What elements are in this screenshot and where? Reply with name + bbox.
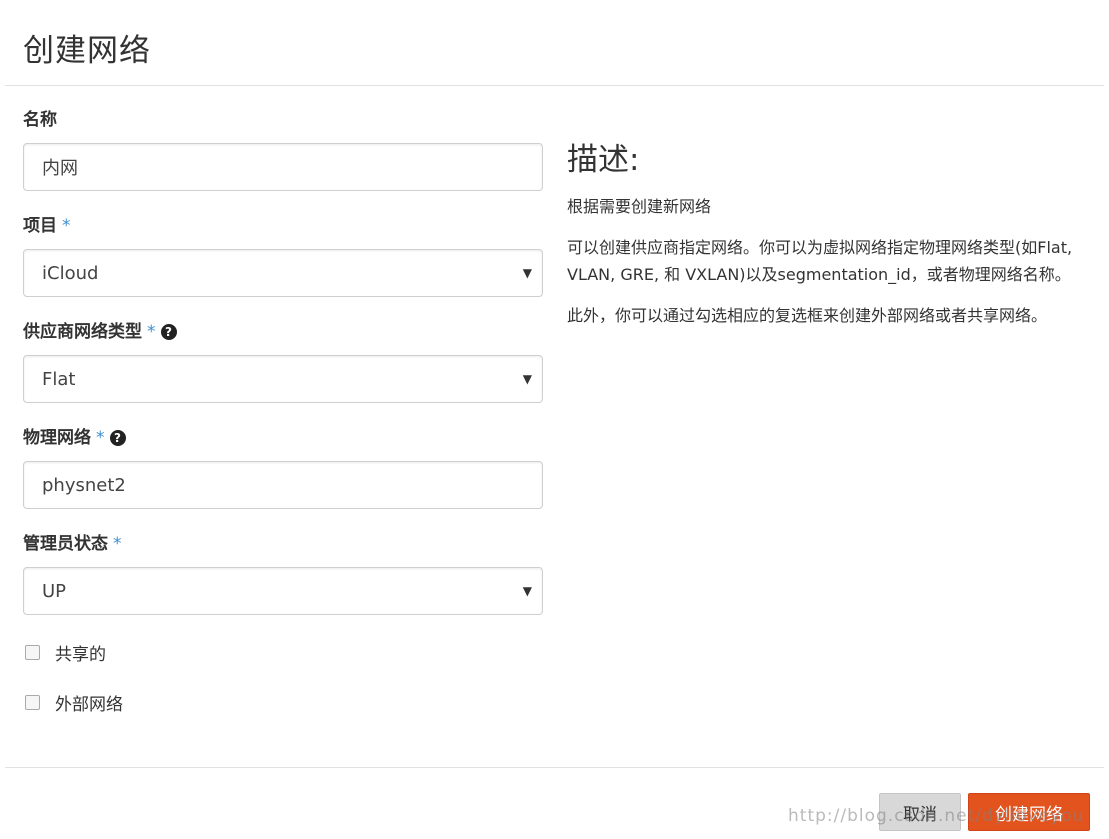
name-label: 名称 [23, 108, 543, 132]
question-circle-icon[interactable]: ? [160, 324, 177, 340]
name-group: 名称 内网 [23, 108, 543, 191]
required-marker: * [96, 428, 105, 448]
caret-down-icon: ▼ [522, 266, 532, 280]
provider-network-type-group: 供应商网络类型 * ? Flat ▼ [23, 320, 543, 403]
admin-state-select[interactable]: UP ▼ [23, 567, 543, 615]
dialog-title: 创建网络 [23, 32, 151, 69]
admin-state-label: 管理员状态 * [23, 532, 543, 556]
question-circle-icon[interactable]: ? [109, 430, 126, 446]
caret-down-icon: ▼ [522, 372, 532, 386]
cancel-button[interactable]: 取消 [879, 793, 961, 831]
name-label-text: 名称 [23, 110, 57, 130]
shared-checkbox-row: 共享的 [23, 638, 543, 666]
provider-network-type-label: 供应商网络类型 * ? [23, 320, 543, 344]
caret-down-icon: ▼ [522, 584, 532, 598]
shared-checkbox-label[interactable]: 共享的 [55, 640, 106, 665]
admin-state-label-text: 管理员状态 [23, 534, 108, 554]
description-paragraph: 根据需要创建新网络 [567, 197, 712, 216]
shared-checkbox[interactable] [25, 644, 40, 660]
project-label-text: 项目 [23, 216, 57, 236]
header-divider [5, 85, 1104, 86]
physical-network-label: 物理网络 * ? [23, 426, 543, 450]
footer-divider [5, 767, 1104, 768]
network-form: 名称 内网 项目 * iCloud ▼ 供应商网络类型 * ? Flat ▼ 物理网… [23, 108, 543, 738]
project-label: 项目 * [23, 214, 543, 238]
project-select-value: iCloud [42, 262, 99, 284]
physical-network-group: 物理网络 * ? physnet2 [23, 426, 543, 509]
external-checkbox-row: 外部网络 [23, 688, 543, 716]
provider-network-type-label-text: 供应商网络类型 [23, 322, 142, 342]
provider-network-type-value: Flat [42, 368, 76, 390]
name-input-value: 内网 [42, 158, 78, 179]
provider-network-type-select[interactable]: Flat ▼ [23, 355, 543, 403]
description-paragraph: 可以创建供应商指定网络。你可以为虚拟网络指定物理网络类型(如Flat, VLAN… [567, 238, 1073, 284]
physical-network-label-text: 物理网络 [23, 428, 91, 448]
project-select[interactable]: iCloud ▼ [23, 249, 543, 297]
required-marker: * [62, 216, 71, 236]
description-panel: 描述: 根据需要创建新网络 可以创建供应商指定网络。你可以为虚拟网络指定物理网络… [567, 134, 1087, 343]
external-network-checkbox-label[interactable]: 外部网络 [55, 690, 123, 715]
external-network-checkbox[interactable] [25, 694, 40, 710]
description-title: 描述: [567, 142, 640, 178]
physical-network-input[interactable]: physnet2 [23, 461, 543, 509]
project-group: 项目 * iCloud ▼ [23, 214, 543, 297]
admin-state-group: 管理员状态 * UP ▼ [23, 532, 543, 615]
name-input[interactable]: 内网 [23, 143, 543, 191]
physical-network-value: physnet2 [42, 474, 126, 496]
required-marker: * [147, 322, 156, 342]
admin-state-value: UP [42, 580, 67, 602]
required-marker: * [113, 534, 122, 554]
create-network-button[interactable]: 创建网络 [968, 793, 1090, 831]
description-paragraph: 此外，你可以通过勾选相应的复选框来创建外部网络或者共享网络。 [567, 306, 1048, 325]
